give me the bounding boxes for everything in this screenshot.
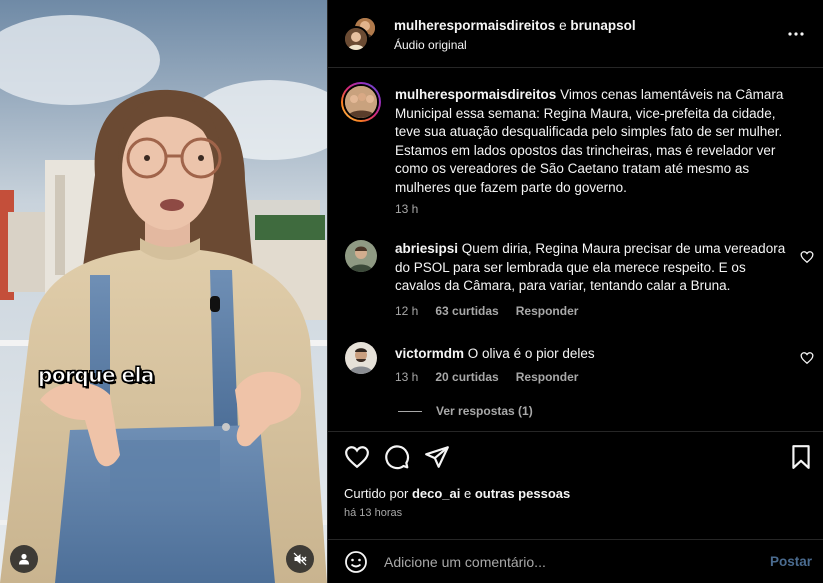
paper-plane-icon	[425, 446, 449, 468]
timestamp[interactable]: 13 h	[395, 370, 418, 384]
heart-icon	[345, 446, 369, 469]
avatar[interactable]	[345, 240, 377, 272]
post-timestamp[interactable]: há 13 horas	[344, 507, 402, 519]
mute-toggle-button[interactable]	[286, 545, 314, 573]
heart-icon	[800, 352, 814, 365]
caption-text: Vimos cenas lamentáveis na Câmara Munici…	[395, 87, 784, 195]
emoji-icon	[345, 551, 367, 573]
likes-summary: Curtido por deco_ai e outras pessoas	[344, 486, 570, 501]
comment-text: O oliva é o pior deles	[467, 346, 595, 361]
comment: victormdm O oliva é o pior deles	[395, 345, 795, 364]
video-caption-sticker: porque ela	[38, 363, 155, 388]
author-link[interactable]: mulherespormaisdireitos	[394, 18, 555, 33]
likes-connector: e	[463, 486, 472, 501]
user-icon	[19, 553, 29, 565]
author-link[interactable]: brunapsol	[570, 18, 635, 33]
post-authors: mulherespormaisdireitos e brunapsol	[394, 18, 636, 33]
avatar[interactable]	[345, 342, 377, 374]
comment-likes-count[interactable]: 63 curtidas	[435, 304, 498, 318]
timestamp[interactable]: 13 h	[395, 202, 418, 216]
avatar-image	[345, 86, 377, 118]
tagged-users-button[interactable]	[10, 545, 38, 573]
post-panel: mulherespormaisdireitos e brunapsol Áudi…	[327, 0, 823, 583]
video-player[interactable]: porque ela	[0, 0, 327, 583]
avatar-image	[345, 28, 367, 50]
comment-meta: 12 h 63 curtidas Responder	[395, 304, 578, 318]
caption-meta: 13 h	[395, 202, 418, 216]
heart-icon	[800, 251, 814, 264]
share-button[interactable]	[424, 444, 450, 470]
comment-button[interactable]	[384, 444, 410, 470]
collab-avatars[interactable]	[343, 16, 379, 52]
view-replies-button[interactable]: Ver respostas (1)	[398, 404, 533, 418]
like-comment-button[interactable]	[800, 250, 814, 264]
speaker-muted-icon	[293, 552, 307, 566]
like-comment-button[interactable]	[800, 351, 814, 365]
add-comment-bar: Postar	[328, 539, 823, 583]
comments-section[interactable]: mulherespormaisdireitos Vimos cenas lame…	[328, 69, 823, 431]
video-frame	[0, 0, 327, 583]
action-bar	[328, 431, 823, 481]
like-button[interactable]	[344, 444, 370, 470]
post-viewer: porque ela mulherespormaisdireitos e bru…	[0, 0, 823, 583]
timestamp[interactable]: 12 h	[395, 304, 418, 318]
replies-divider	[398, 410, 422, 412]
comment-bubble-icon	[385, 445, 410, 470]
comment-input[interactable]	[384, 546, 754, 578]
comment-meta: 13 h 20 curtidas Responder	[395, 370, 578, 384]
save-button[interactable]	[788, 444, 814, 470]
post-comment-button[interactable]: Postar	[770, 554, 812, 569]
post-header: mulherespormaisdireitos e brunapsol Áudi…	[328, 0, 823, 68]
more-horizontal-icon	[788, 32, 804, 36]
comment: abriesipsi Quem diria, Regina Maura prec…	[395, 240, 795, 296]
reply-button[interactable]: Responder	[516, 304, 579, 318]
bookmark-icon	[792, 445, 810, 469]
comment-likes-count[interactable]: 20 curtidas	[435, 370, 498, 384]
emoji-picker-button[interactable]	[344, 550, 368, 574]
avatar[interactable]	[343, 26, 369, 52]
username-link[interactable]: victormdm	[395, 346, 464, 361]
username-link[interactable]: mulherespormaisdireitos	[395, 87, 556, 102]
avatar-image	[345, 342, 377, 374]
avatar-image	[345, 240, 377, 272]
view-replies-label: Ver respostas (1)	[436, 404, 533, 418]
author-connector: e	[559, 18, 567, 33]
audio-label[interactable]: Áudio original	[394, 38, 467, 52]
avatar[interactable]	[341, 82, 381, 122]
post-caption: mulherespormaisdireitos Vimos cenas lame…	[395, 86, 795, 197]
more-options-button[interactable]	[784, 22, 808, 46]
reply-button[interactable]: Responder	[516, 370, 579, 384]
other-likers-link[interactable]: outras pessoas	[475, 486, 570, 501]
username-link[interactable]: abriesipsi	[395, 241, 458, 256]
likes-prefix: Curtido por	[344, 486, 409, 501]
liker-username-link[interactable]: deco_ai	[412, 486, 460, 501]
